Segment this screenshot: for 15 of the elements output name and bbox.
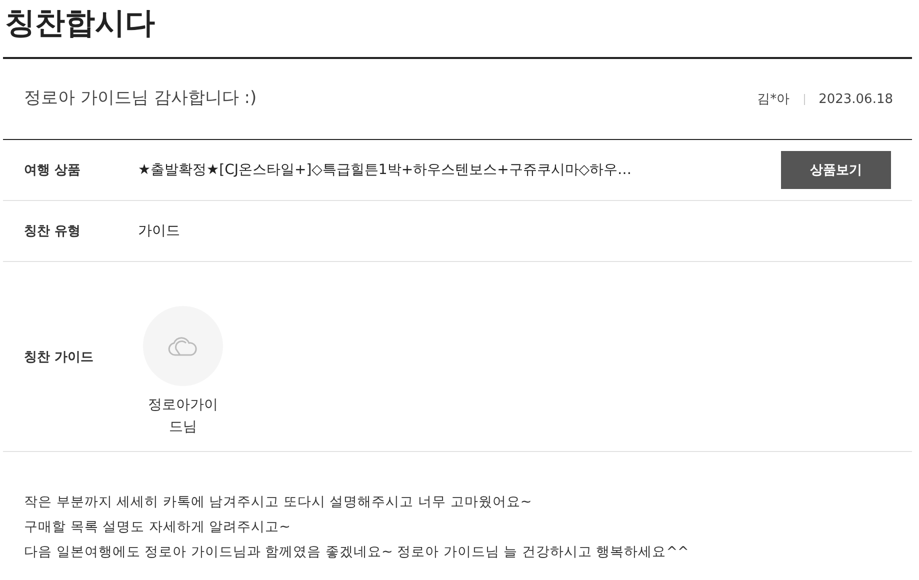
product-name: ★출발확정★[CJ온스타일+]◇특급힐튼1박+하우스텐보스+구쥬쿠시마◇하우… <box>138 161 633 179</box>
review-text-line: 다음 일본여행에도 정로아 가이드님과 함께였음 좋겠네요~ 정로아 가이드님 늘 건강하시고 행복하세요^^ <box>24 543 690 562</box>
field-label: 여행 상품 <box>24 162 82 179</box>
review-text-line: 구매할 목록 설명도 자세하게 알려주시고~ <box>24 518 292 537</box>
author-name: 김*아 <box>757 91 790 108</box>
post-date: 2023.06.18 <box>818 92 893 106</box>
guide-name: 정로아가이드님 <box>147 396 219 436</box>
page-title: 칭찬합시다 <box>4 5 156 43</box>
cloud-icon <box>166 334 200 356</box>
review-text-line: 작은 부분까지 세세히 카톡에 남겨주시고 또다시 설명해주시고 너무 고마웠어요~ <box>24 493 533 512</box>
view-product-button[interactable]: 상품보기 <box>781 151 891 189</box>
field-label: 칭찬 유형 <box>24 223 82 240</box>
post-title: 정로아 가이드님 감사합니다 :) <box>24 86 257 108</box>
field-label: 칭찬 가이드 <box>24 348 95 366</box>
field-value: 가이드 <box>138 222 181 240</box>
